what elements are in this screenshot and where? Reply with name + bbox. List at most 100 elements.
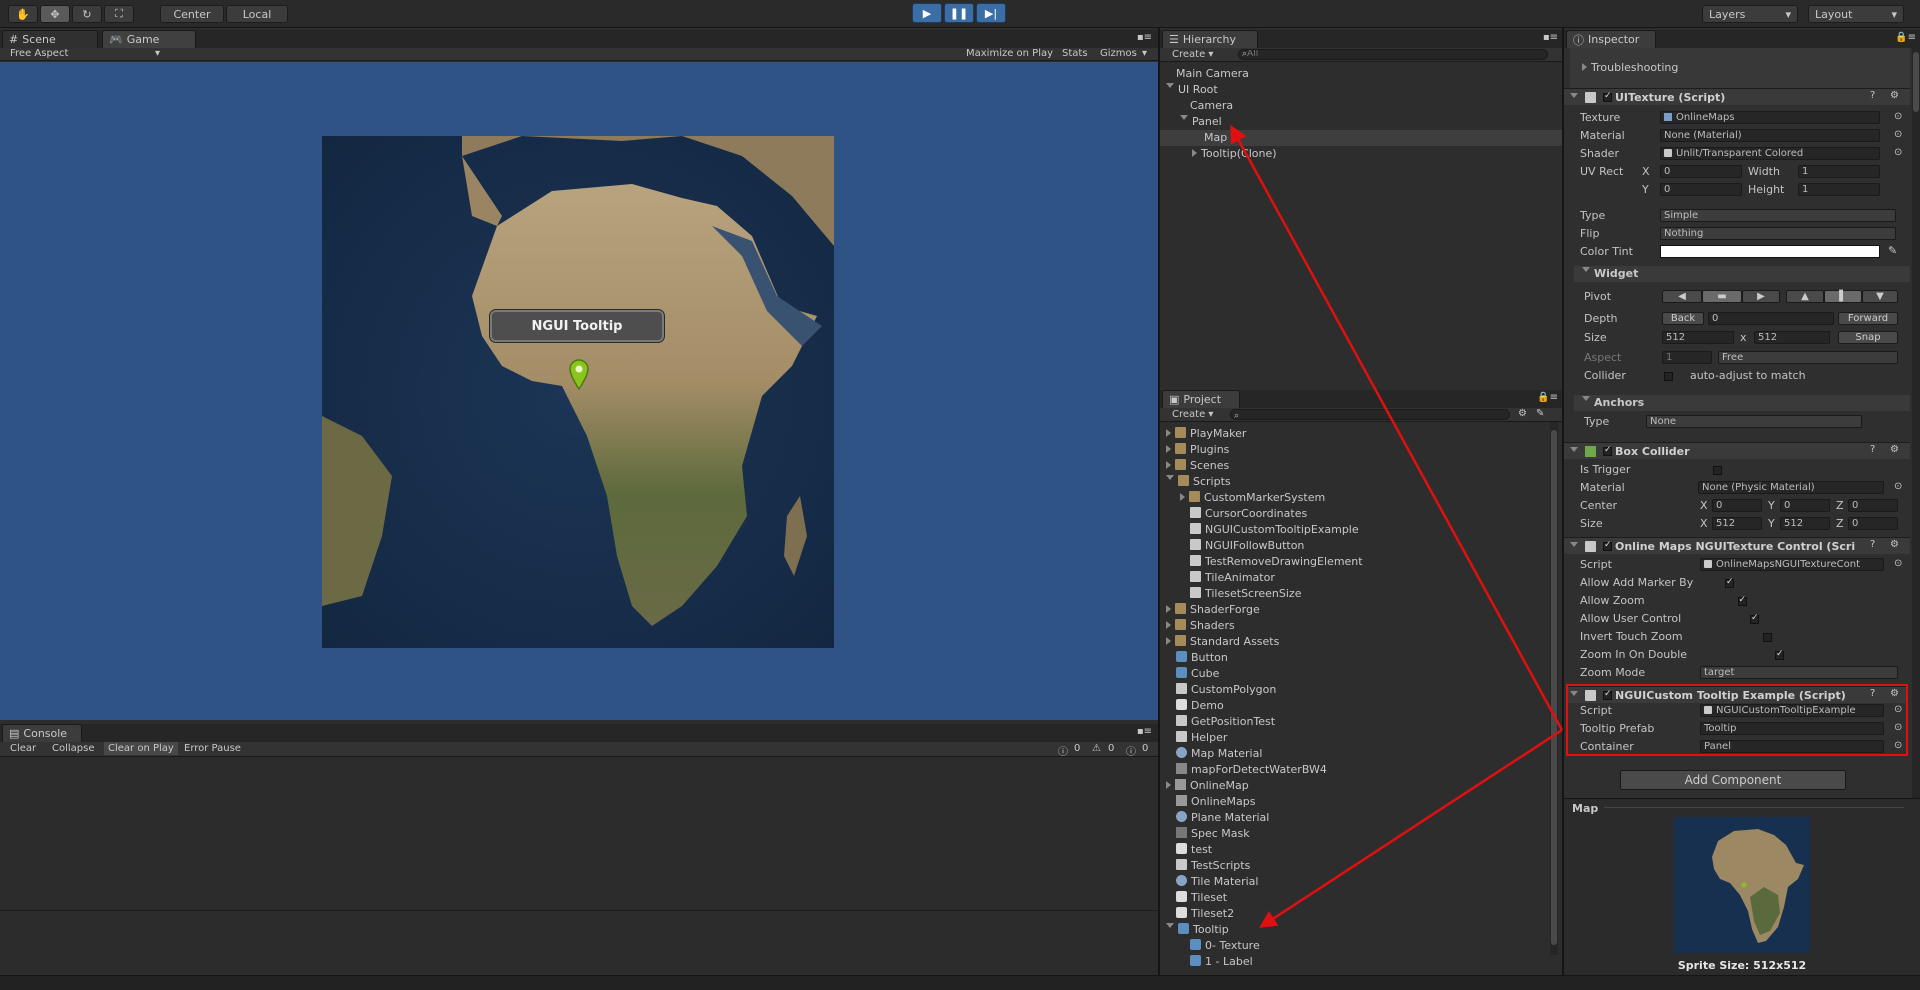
allow-add-marker-checkbox[interactable] [1725, 577, 1734, 588]
gear-icon[interactable]: ⚙ [1890, 90, 1899, 101]
project-item-shaders[interactable]: Shaders [1166, 618, 1235, 634]
gear-icon[interactable]: ⚙ [1890, 444, 1899, 455]
omc-script-field[interactable]: OnlineMapsNGUITextureCont [1700, 558, 1884, 571]
invert-touch-zoom-checkbox[interactable] [1762, 633, 1772, 642]
pivot-bottom-button[interactable]: ▼ [1862, 290, 1898, 303]
project-item-texture[interactable]: 0- Texture [1190, 938, 1260, 954]
project-item-mapfordetectwaterbw4[interactable]: mapForDetectWaterBW4 [1176, 762, 1327, 778]
center-y-field[interactable]: 0 [1780, 499, 1830, 512]
foldout-arrow-icon[interactable] [1570, 690, 1578, 700]
project-item-tileset[interactable]: Tileset [1176, 890, 1227, 906]
scale-tool-button[interactable]: ⛶ [104, 5, 134, 23]
project-item-playmaker[interactable]: PlayMaker [1166, 426, 1246, 442]
layout-dropdown[interactable]: Layout ▾ [1808, 5, 1904, 23]
tooltip-example-header[interactable]: NGUICustom Tooltip Example (Script) [1568, 686, 1906, 703]
center-x-field[interactable]: 0 [1712, 499, 1762, 512]
tooltip-script-field[interactable]: NGUICustomTooltipExample [1700, 704, 1884, 717]
physic-material-field[interactable]: None (Physic Material) [1698, 481, 1884, 494]
pivot-center-button[interactable]: Center [160, 5, 224, 23]
warning-icon[interactable]: ⚠ [1092, 743, 1101, 754]
aspect-dropdown[interactable]: Free [1718, 351, 1898, 364]
help-icon[interactable]: ? [1870, 90, 1875, 101]
project-item-tooltip[interactable]: Tooltip [1166, 922, 1229, 938]
hierarchy-item-main-camera[interactable]: Main Camera [1176, 66, 1249, 82]
object-picker-icon[interactable]: ⊙ [1894, 147, 1902, 158]
scrollbar-thumb[interactable] [1551, 430, 1557, 945]
help-icon[interactable]: ? [1870, 688, 1875, 699]
color-tint-swatch[interactable] [1660, 245, 1880, 258]
object-picker-icon[interactable]: ⊙ [1894, 740, 1902, 751]
pivot-right-button[interactable]: ▶ [1742, 290, 1780, 303]
game-view[interactable]: NGUI Tooltip [0, 62, 1158, 720]
expand-arrow-icon[interactable] [1180, 115, 1188, 124]
depth-back-button[interactable]: Back [1662, 312, 1704, 325]
anchor-type-dropdown[interactable]: None [1646, 415, 1862, 428]
clear-on-play-button[interactable]: Clear on Play [104, 742, 178, 755]
tab-game[interactable]: 🎮 Game [102, 30, 196, 48]
zoom-mode-dropdown[interactable]: target [1700, 666, 1898, 679]
project-item-test[interactable]: test [1176, 842, 1212, 858]
hierarchy-item-tooltip-clone[interactable]: Tooltip(Clone) [1192, 146, 1277, 162]
type-dropdown[interactable]: Simple [1660, 209, 1896, 222]
project-item-plane-material[interactable]: Plane Material [1176, 810, 1269, 826]
enabled-checkbox[interactable] [1603, 689, 1612, 700]
panel-menu-icon[interactable]: ▪≡ [1543, 32, 1558, 43]
help-icon[interactable]: ? [1870, 444, 1875, 455]
project-create-button[interactable]: Create ▾ [1172, 409, 1213, 420]
snap-button[interactable]: Snap [1838, 331, 1898, 344]
error-icon[interactable]: ⓘ [1126, 743, 1136, 758]
tab-project[interactable]: ▣ Project [1162, 390, 1240, 408]
inspector-scrollbar[interactable] [1912, 48, 1920, 798]
layers-dropdown[interactable]: Layers ▾ [1702, 5, 1798, 23]
tab-console[interactable]: ▤ Console [2, 724, 82, 742]
play-button[interactable]: ▶ [912, 3, 942, 23]
hierarchy-item-panel[interactable]: Panel [1180, 114, 1222, 130]
object-picker-icon[interactable]: ⊙ [1894, 481, 1902, 492]
project-item-nguifollowbutton[interactable]: NGUIFollowButton [1190, 538, 1304, 554]
container-field[interactable]: Panel [1700, 740, 1884, 753]
pivot-left-button[interactable]: ◀ [1662, 290, 1702, 303]
hierarchy-search-input[interactable]: ⌕All [1238, 49, 1548, 60]
project-item-shaderforge[interactable]: ShaderForge [1166, 602, 1260, 618]
add-component-button[interactable]: Add Component [1620, 770, 1846, 790]
collapse-arrow-icon[interactable] [1192, 149, 1197, 157]
panel-menu-icon[interactable]: ▪≡ [1137, 726, 1152, 737]
project-item-map-material[interactable]: Map Material [1176, 746, 1262, 762]
is-trigger-checkbox[interactable] [1712, 466, 1722, 475]
lock-icon[interactable]: 🔒≡ [1537, 392, 1558, 403]
online-maps-control-header[interactable]: Online Maps NGUITexture Control (Scri [1564, 537, 1910, 554]
project-item-cursorcoordinates[interactable]: CursorCoordinates [1190, 506, 1307, 522]
project-item-tileset2[interactable]: Tileset2 [1176, 906, 1234, 922]
project-item-helper[interactable]: Helper [1176, 730, 1227, 746]
clear-button[interactable]: Clear [10, 743, 36, 754]
pause-button[interactable]: ❚❚ [944, 3, 974, 23]
foldout-arrow-icon[interactable] [1570, 541, 1578, 551]
error-pause-button[interactable]: Error Pause [184, 743, 241, 754]
project-item-scripts[interactable]: Scripts [1166, 474, 1231, 490]
panel-menu-icon[interactable]: ▪≡ [1137, 32, 1152, 43]
project-item-spec-mask[interactable]: Spec Mask [1176, 826, 1250, 842]
project-item-custompolygon[interactable]: CustomPolygon [1176, 682, 1276, 698]
object-picker-icon[interactable]: ⊙ [1894, 129, 1902, 140]
object-picker-icon[interactable]: ⊙ [1894, 111, 1902, 122]
uv-height-field[interactable]: 1 [1798, 183, 1880, 196]
expand-arrow-icon[interactable] [1166, 83, 1174, 92]
aspect-dropdown[interactable]: Free Aspect [10, 48, 68, 59]
hand-tool-button[interactable]: ✋ [8, 5, 38, 23]
filter-label-icon[interactable]: ✎ [1536, 408, 1544, 419]
widget-header[interactable]: Widget [1582, 266, 1638, 282]
project-item-getpositiontest[interactable]: GetPositionTest [1176, 714, 1275, 730]
filter-type-icon[interactable]: ⚙ [1518, 408, 1527, 419]
console-log-area[interactable] [0, 757, 1158, 975]
eyedropper-icon[interactable]: ✎ [1888, 244, 1897, 257]
uv-x-field[interactable]: 0 [1660, 165, 1742, 178]
pivot-middle-button[interactable]: ▌ [1824, 290, 1862, 303]
project-scrollbar[interactable] [1550, 422, 1558, 955]
foldout-arrow-icon[interactable] [1570, 446, 1578, 456]
object-picker-icon[interactable]: ⊙ [1894, 704, 1902, 715]
step-button[interactable]: ▶| [976, 3, 1006, 23]
project-item-testremovedrawingelement[interactable]: TestRemoveDrawingElement [1190, 554, 1363, 570]
size-y-field[interactable]: 512 [1780, 517, 1830, 530]
info-icon[interactable]: ⓘ [1058, 743, 1068, 758]
scrollbar-thumb[interactable] [1913, 52, 1919, 112]
